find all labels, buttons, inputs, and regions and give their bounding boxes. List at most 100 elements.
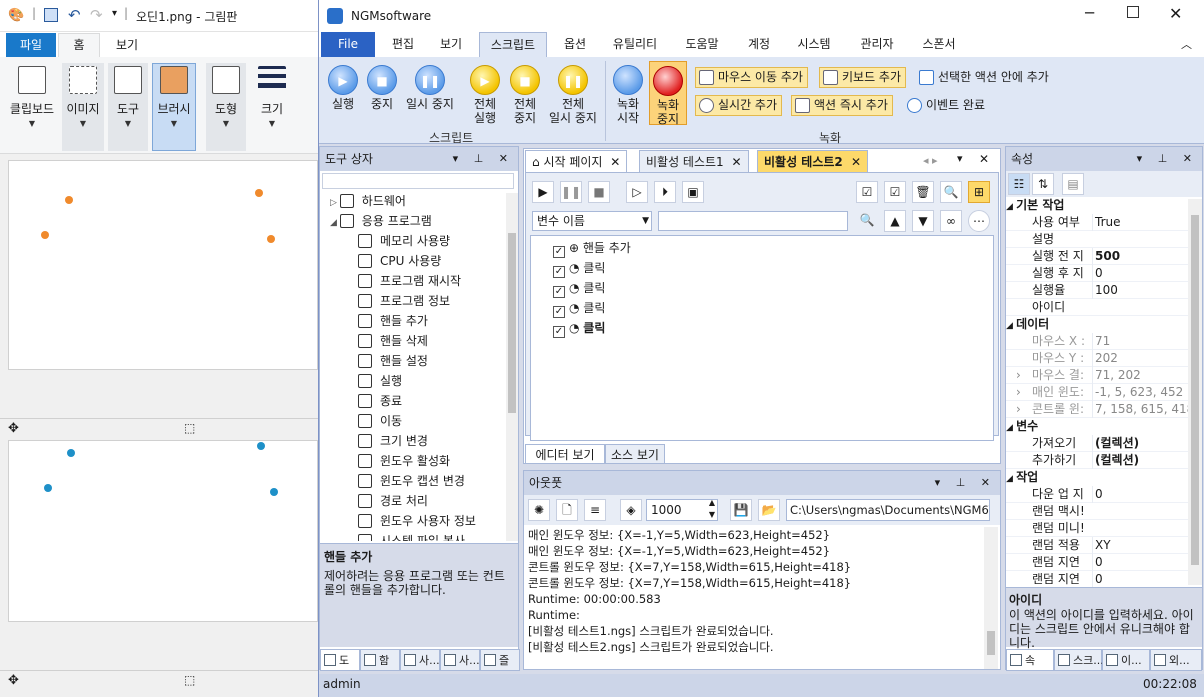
image-button[interactable]: 이미지 ▼ — [62, 63, 104, 151]
pause-icon[interactable]: ❚❚ — [560, 181, 582, 203]
toolbox-tab[interactable]: 함 — [360, 649, 400, 671]
close-icon[interactable]: ✕ — [610, 155, 620, 169]
checkbox[interactable]: ✓ — [553, 286, 565, 298]
property-value[interactable]: 0 — [1092, 554, 1188, 571]
output-scrollbar[interactable] — [984, 527, 998, 669]
properties-tab[interactable]: 스크... — [1054, 649, 1104, 671]
tree-item[interactable]: 핸들 설정 — [358, 351, 428, 371]
properties-tab[interactable]: 이... — [1102, 649, 1150, 671]
menu-admin[interactable]: 관리자 — [851, 32, 903, 57]
property-value[interactable]: 100 — [1092, 282, 1188, 299]
collapse-icon[interactable]: ◢ — [1006, 474, 1016, 484]
property-row[interactable]: 마우스 Y : 202 — [1006, 350, 1188, 367]
property-category[interactable]: ◢ 변수 — [1006, 418, 1188, 435]
eraser-icon[interactable]: ◈ — [620, 499, 642, 521]
categorized-icon[interactable]: ☷ — [1008, 173, 1030, 195]
tab-test2[interactable]: 비활성 테스트2 ✕ — [757, 150, 869, 172]
panel-pin-close-icons[interactable]: ▾ ⊥ ✕ — [453, 147, 514, 171]
menu-sponsor[interactable]: 스폰서 — [913, 32, 965, 57]
expand-arrow-icon[interactable]: › — [1016, 367, 1021, 384]
step-icon[interactable]: ▷ — [626, 181, 648, 203]
tree-view-icon[interactable]: ⊞ — [968, 181, 990, 203]
paint-tab-file[interactable]: 파일 — [6, 33, 56, 57]
property-category[interactable]: ◢ 작업 — [1006, 469, 1188, 486]
tree-item[interactable]: 윈도우 캡션 변경 — [358, 471, 465, 491]
menu-view[interactable]: 보기 — [431, 32, 471, 57]
add-action-now-button[interactable]: 액션 즉시 추가 — [791, 95, 893, 116]
more-icon[interactable]: ⋯ — [968, 210, 990, 232]
property-row[interactable]: › 콘트롤 윈: 7, 158, 615, 418 — [1006, 401, 1188, 418]
checkbox[interactable]: ✓ — [553, 266, 565, 278]
property-value[interactable]: (컬렉션) — [1092, 435, 1188, 452]
close-icon[interactable]: ✕ — [732, 155, 742, 169]
property-row[interactable]: 랜덤 맥시! — [1006, 503, 1188, 520]
line-count-stepper[interactable]: 1000 ▲ ▼ — [646, 498, 718, 521]
menu-edit[interactable]: 편집 — [383, 32, 423, 57]
tree-item[interactable]: 이동 — [358, 411, 402, 431]
expand-arrow-icon[interactable]: › — [1016, 401, 1021, 418]
scrollbar-thumb[interactable] — [508, 233, 516, 413]
pause-button[interactable]: ❚❚ 일시 중지 — [401, 65, 459, 111]
maximize-icon[interactable] — [1127, 6, 1139, 18]
panel-pin-close-icons[interactable]: ▾ ⊥ ✕ — [1137, 147, 1198, 171]
tree-item[interactable]: 윈도우 활성화 — [358, 451, 450, 471]
properties-tab[interactable]: 속 — [1006, 649, 1054, 671]
properties-scrollbar[interactable] — [1188, 199, 1202, 585]
toolbox-scrollbar[interactable] — [506, 193, 518, 541]
tab-test1[interactable]: 비활성 테스트1 ✕ — [639, 150, 749, 172]
event-complete-button[interactable]: 이벤트 완료 — [903, 95, 990, 116]
property-pages-icon[interactable]: ▤ — [1062, 173, 1084, 195]
property-value[interactable]: (컬렉션) — [1092, 452, 1188, 469]
property-value[interactable]: 500 — [1092, 248, 1188, 265]
folder-icon[interactable]: 📂 — [758, 499, 780, 521]
tree-item[interactable]: 시스템 파일 복사 — [358, 531, 465, 541]
redo-icon[interactable]: ↷ — [90, 6, 103, 24]
record-stop-button[interactable]: 녹화 중지 — [649, 61, 687, 126]
menu-account[interactable]: 계정 — [739, 32, 779, 57]
arrow-down-icon[interactable]: ▼ — [912, 210, 934, 232]
stop-button[interactable]: ■ 중지 — [365, 65, 399, 111]
property-row[interactable]: 다운 업 지 0 — [1006, 486, 1188, 503]
search-icon[interactable]: 🔍 — [856, 210, 878, 232]
tab-scroll-arrows-icon[interactable]: ◂ ▸ — [923, 154, 938, 167]
stop-icon[interactable]: ■ — [588, 181, 610, 203]
expand-arrow-icon[interactable]: ◢ — [330, 218, 340, 228]
property-value[interactable]: XY — [1092, 537, 1188, 554]
scrollbar-thumb[interactable] — [987, 631, 995, 655]
tree-item[interactable]: 프로그램 정보 — [358, 291, 450, 311]
paint-canvas-bottom[interactable] — [8, 440, 318, 622]
add-mouse-move-button[interactable]: 마우스 이동 추가 — [695, 67, 808, 88]
property-value[interactable]: -1, 5, 623, 452 — [1092, 384, 1188, 401]
checkbox[interactable]: ✓ — [553, 326, 565, 338]
sort-alpha-icon[interactable]: ⇅ — [1032, 173, 1054, 195]
close-icon[interactable]: ✕ — [851, 155, 861, 169]
property-row[interactable]: 실행율 100 — [1006, 282, 1188, 299]
action-row[interactable]: ✓ ◔ 클릭 — [553, 258, 605, 278]
collapse-icon[interactable]: ◢ — [1006, 423, 1016, 433]
property-value[interactable]: 0 — [1092, 486, 1188, 503]
size-button[interactable]: 크기 ▼ — [252, 63, 292, 151]
close-icon[interactable]: ✕ — [1169, 4, 1182, 23]
pause-all-button[interactable]: ❚❚ 전체 일시 중지 — [545, 65, 601, 125]
tree-item[interactable]: 종료 — [358, 391, 402, 411]
tree-item[interactable]: 크기 변경 — [358, 431, 428, 451]
property-category[interactable]: ◢ 기본 작업 — [1006, 197, 1188, 214]
run-button[interactable]: ▶ 실행 — [325, 65, 361, 111]
property-row[interactable]: 랜덤 적용 XY — [1006, 537, 1188, 554]
tree-item[interactable]: ◢ 응용 프로그램 — [330, 211, 432, 231]
tree-item[interactable]: ▷ 하드웨어 — [330, 191, 406, 211]
check-all-icon[interactable]: ☑ — [856, 181, 878, 203]
list-icon[interactable]: ≡ — [584, 499, 606, 521]
save-icon[interactable]: 💾 — [730, 499, 752, 521]
tab-editor-view[interactable]: 에디터 보기 — [525, 444, 605, 464]
variable-value-input[interactable] — [658, 211, 848, 231]
property-row[interactable]: 마우스 X : 71 — [1006, 333, 1188, 350]
paint-canvas-top[interactable] — [8, 160, 318, 370]
add-inside-selected-button[interactable]: 선택한 액션 안에 추가 — [915, 67, 1054, 88]
add-keyboard-button[interactable]: 키보드 추가 — [819, 67, 907, 88]
property-value[interactable]: 71 — [1092, 333, 1188, 350]
tree-item[interactable]: 경로 처리 — [358, 491, 428, 511]
play-frame-icon[interactable]: ▣ — [682, 181, 704, 203]
play-icon[interactable]: ▶ — [532, 181, 554, 203]
property-value[interactable]: True — [1092, 214, 1188, 231]
